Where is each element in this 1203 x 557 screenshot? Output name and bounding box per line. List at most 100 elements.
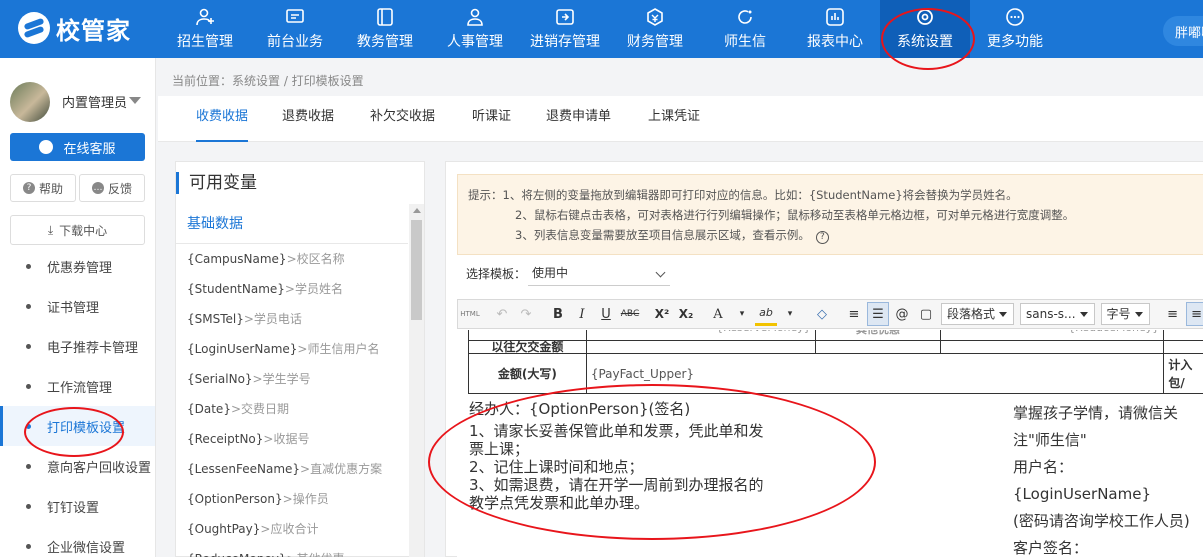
html-source-button[interactable]: HTML (459, 302, 481, 326)
align-center-icon[interactable]: ≡ (1185, 302, 1203, 326)
variable-name: {LessenFeeName} (187, 462, 301, 476)
sidebar-menu-item[interactable]: 打印模板设置 (0, 406, 155, 446)
nav-item-0[interactable]: 招生管理 (160, 0, 250, 58)
settings-icon (914, 7, 936, 27)
variable-item[interactable]: {SerialNo}>学生学号 (176, 364, 408, 394)
variable-item[interactable]: {ReceiptNo}>收据号 (176, 424, 408, 454)
bullet-icon (26, 423, 31, 429)
avatar[interactable] (10, 82, 50, 122)
variable-name: {OptionPerson} (187, 492, 283, 506)
variable-item[interactable]: {OughtPay}>应收合计 (176, 514, 408, 544)
sidebar-menu-item[interactable]: 电子推荐卡管理 (0, 326, 155, 366)
variable-desc: >收据号 (263, 432, 310, 446)
variables-section-basic[interactable]: 基础数据 (176, 204, 408, 244)
nav-item-3[interactable]: 人事管理 (430, 0, 520, 58)
nav-item-6[interactable]: 师生信 (700, 0, 790, 58)
bullet-icon (26, 263, 31, 269)
sidebar-menu-item[interactable]: 工作流管理 (0, 366, 155, 406)
sidebar-menu-item[interactable]: 意向客户回收设置 (0, 446, 155, 486)
superscript-button[interactable]: X² (651, 302, 673, 326)
align-left-icon[interactable]: ≡ (1162, 302, 1184, 326)
nav-item-4[interactable]: 进销存管理 (520, 0, 610, 58)
anchor-icon[interactable]: @ (891, 302, 913, 326)
tab-5[interactable]: 上课凭证 (648, 96, 700, 142)
sidebar-menu-label: 工作流管理 (47, 380, 113, 396)
eraser-icon[interactable]: ◇ (811, 302, 833, 326)
logo-icon (18, 12, 50, 44)
variables-scrollbar[interactable] (409, 204, 424, 557)
tip-line-2: 2、鼠标右键点击表格，可对表格进行行列编辑操作；鼠标移动至表格单元格边框，可对单… (515, 208, 1075, 222)
subscript-button[interactable]: X₂ (675, 302, 697, 326)
admin-name[interactable]: 内置管理员 (62, 92, 127, 111)
strikethrough-button[interactable]: ABC (619, 302, 641, 326)
page-icon[interactable]: ▢ (915, 302, 937, 326)
main-nav: 招生管理 前台业务 教务管理 人事管理 进销存管理 财务管理 师生信 报表中心 系统设置 更多功能 (160, 0, 1060, 58)
tab-bar: 收费收据 退费收据 补欠交收据 听课证 退费申请单 上课凭证 (158, 96, 1203, 142)
paragraph-format-select[interactable]: 段落格式 (941, 303, 1015, 325)
variable-item[interactable]: {SMSTel}>学员电话 (176, 304, 408, 334)
caret-down-icon[interactable]: ▾ (731, 302, 753, 326)
font-color-button[interactable]: A (707, 302, 729, 326)
template-select[interactable]: 使用中 (528, 262, 670, 286)
user-menu[interactable]: 胖嘟嘟 (1163, 16, 1203, 46)
nav-item-9[interactable]: 更多功能 (970, 0, 1060, 58)
nav-item-2[interactable]: 教务管理 (340, 0, 430, 58)
undo-icon[interactable]: ↶ (491, 302, 513, 326)
variable-item[interactable]: {LessenFeeName}>直减优惠方案 (176, 454, 408, 484)
font-family-select[interactable]: sans-s... (1020, 303, 1095, 325)
online-service-button[interactable]: 在线客服 (10, 133, 145, 161)
font-size-select[interactable]: 字号 (1100, 303, 1150, 325)
redo-icon[interactable]: ↷ (515, 302, 537, 326)
unordered-list-icon[interactable]: ☰ (867, 302, 889, 326)
variable-item[interactable]: {StudentName}>学员姓名 (176, 274, 408, 304)
tab-0[interactable]: 收费收据 (196, 96, 249, 142)
bullet-icon (26, 463, 31, 469)
table-cell (1163, 330, 1203, 341)
highlight-button[interactable]: ab (755, 302, 777, 326)
nav-item-7[interactable]: 报表中心 (790, 0, 880, 58)
variable-name: {SerialNo} (187, 372, 253, 386)
feedback-button[interactable]: … 反馈 (79, 174, 145, 202)
variable-item[interactable]: {LoginUserName}>师生信用户名 (176, 334, 408, 364)
scroll-up-icon[interactable] (413, 208, 421, 213)
nav-item-8[interactable]: 系统设置 (880, 0, 970, 58)
nav-item-1[interactable]: 前台业务 (250, 0, 340, 58)
variable-item[interactable]: {ReduceMoney}>其他优惠 (176, 544, 408, 557)
scroll-thumb[interactable] (411, 220, 422, 320)
brand-name: 校管家 (56, 16, 131, 45)
online-service-label: 在线客服 (63, 141, 116, 157)
table-cell: 计入 包/ (1163, 353, 1203, 394)
ordered-list-icon[interactable]: ≡ (843, 302, 865, 326)
wechat-info-line: 用户名： (1013, 458, 1074, 476)
variable-desc: >其他优惠 (286, 552, 344, 557)
template-select-label: 选择模板： (466, 267, 527, 281)
download-center-button[interactable]: ⤓ 下载中心 (10, 215, 145, 245)
variable-item[interactable]: {CampusName}>校区名称 (176, 244, 408, 274)
nav-item-5[interactable]: 财务管理 (610, 0, 700, 58)
sidebar-menu-item[interactable]: 优惠券管理 (0, 258, 155, 286)
tab-3[interactable]: 听课证 (472, 96, 511, 142)
editor-document[interactable]: {ReserveMoney} 其他优惠 {ReduceMoney} 以往欠交金额… (457, 330, 1203, 557)
table-cell (940, 340, 1165, 354)
more-icon (1004, 7, 1026, 27)
tab-2[interactable]: 补欠交收据 (370, 96, 435, 142)
underline-button[interactable]: U (595, 302, 617, 326)
variable-item[interactable]: {OptionPerson}>操作员 (176, 484, 408, 514)
sidebar-menu-item[interactable]: 钉钉设置 (0, 486, 155, 526)
sidebar-menu-item[interactable]: 证书管理 (0, 286, 155, 326)
variable-item[interactable]: {Date}>交费日期 (176, 394, 408, 424)
sidebar-menu: 优惠券管理 证书管理 电子推荐卡管理工作流管理打印模板设置 意向客户回收设置 钉钉设置企… (0, 258, 155, 557)
tab-1[interactable]: 退费收据 (282, 96, 334, 142)
sidebar-menu-item[interactable]: 企业微信设置 (0, 526, 155, 557)
variable-desc: >学员姓名 (284, 282, 343, 296)
variable-name: {Date} (187, 402, 231, 416)
bold-button[interactable]: B (547, 302, 569, 326)
italic-button[interactable]: I (571, 302, 593, 326)
help-circle-icon[interactable]: ? (815, 231, 829, 244)
help-button[interactable]: ? 帮助 (10, 174, 76, 202)
caret-down-icon[interactable] (129, 97, 141, 104)
caret-down-icon[interactable]: ▾ (779, 302, 801, 326)
brand-logo[interactable]: 校管家 (18, 10, 131, 46)
variable-name: {CampusName} (187, 252, 287, 266)
tab-4[interactable]: 退费申请单 (546, 96, 611, 142)
